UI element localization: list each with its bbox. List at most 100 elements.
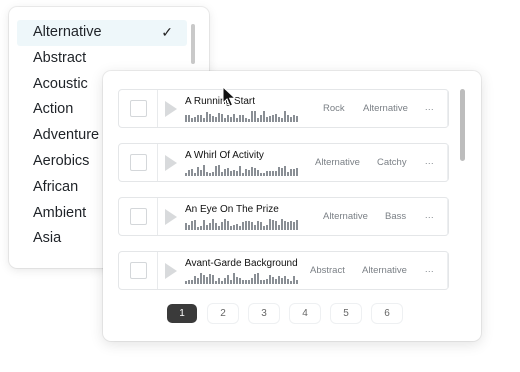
track-checkbox[interactable] <box>130 208 147 225</box>
waveform-bar <box>281 219 283 230</box>
track-tag[interactable]: Alternative <box>362 265 407 276</box>
track-tag[interactable]: Alternative <box>323 211 368 222</box>
waveform-bar <box>266 279 268 284</box>
dropdown-scrollbar-thumb[interactable] <box>191 24 195 64</box>
waveform-bar <box>203 275 205 284</box>
waveform[interactable] <box>185 273 299 284</box>
waveform-bar <box>191 221 193 230</box>
track-checkbox[interactable] <box>130 154 147 171</box>
genre-item-label: Action <box>33 101 74 118</box>
waveform-bar <box>275 114 277 122</box>
waveform-bar <box>185 281 187 284</box>
row-divider <box>447 252 448 289</box>
track-checkbox[interactable] <box>130 100 147 117</box>
track-tag[interactable]: Catchy <box>377 157 407 168</box>
waveform-bar <box>224 169 226 176</box>
genre-item-alternative[interactable]: Alternative ✓ <box>17 20 187 46</box>
play-icon[interactable] <box>165 155 177 171</box>
tracks-panel: A Running Start Rock Alternative ... A W… <box>103 71 481 341</box>
tracks-scrollbar-thumb[interactable] <box>460 89 465 161</box>
waveform-bar <box>296 280 298 284</box>
track-checkbox[interactable] <box>130 262 147 279</box>
page-button[interactable]: 1 <box>167 304 197 323</box>
waveform-bar <box>218 113 220 122</box>
waveform-bar <box>290 221 292 230</box>
waveform-bar <box>203 118 205 122</box>
waveform-bar <box>197 227 199 230</box>
more-options-button[interactable]: ... <box>425 264 434 274</box>
waveform-bar <box>206 277 208 284</box>
waveform-bar <box>284 166 286 176</box>
waveform-bar <box>245 280 247 284</box>
more-options-button[interactable]: ... <box>425 156 434 166</box>
waveform-bar <box>227 168 229 176</box>
waveform-bar <box>203 220 205 230</box>
waveform-bar <box>290 169 292 176</box>
waveform-bar <box>206 112 208 122</box>
waveform-bar <box>263 173 265 176</box>
waveform-bar <box>245 221 247 230</box>
waveform-bar <box>206 172 208 176</box>
waveform-bar <box>257 273 259 284</box>
waveform-bar <box>212 172 214 176</box>
waveform-bar <box>197 167 199 176</box>
page-button[interactable]: 2 <box>208 304 238 323</box>
track-tag[interactable]: Abstract <box>310 265 345 276</box>
waveform-bar <box>242 173 244 176</box>
waveform-bar <box>251 111 253 122</box>
waveform[interactable] <box>185 165 299 176</box>
waveform-bar <box>233 170 235 176</box>
waveform-bar <box>287 279 289 284</box>
waveform-bar <box>188 280 190 284</box>
waveform-bar <box>218 278 220 284</box>
page-button[interactable]: 5 <box>331 304 361 323</box>
waveform-bar <box>191 280 193 284</box>
track-tag[interactable]: Rock <box>323 103 345 114</box>
row-divider <box>447 144 448 181</box>
page-button[interactable]: 6 <box>372 304 402 323</box>
page-button[interactable]: 4 <box>290 304 320 323</box>
waveform-bar <box>233 273 235 284</box>
waveform-bar <box>185 173 187 176</box>
waveform-bar <box>221 114 223 122</box>
play-icon[interactable] <box>165 263 177 279</box>
play-icon[interactable] <box>165 209 177 225</box>
more-options-button[interactable]: ... <box>425 210 434 220</box>
waveform-bar <box>248 280 250 284</box>
track-tag[interactable]: Alternative <box>315 157 360 168</box>
waveform-bar <box>230 280 232 284</box>
waveform-bar <box>272 171 274 176</box>
track-row[interactable]: A Running Start Rock Alternative ... <box>118 89 449 128</box>
waveform-bar <box>284 111 286 122</box>
waveform[interactable] <box>185 111 299 122</box>
waveform-bar <box>269 219 271 230</box>
waveform-bar <box>218 226 220 230</box>
play-icon[interactable] <box>165 101 177 117</box>
waveform-bar <box>212 219 214 230</box>
track-title: A Whirl Of Activity <box>185 150 264 161</box>
waveform-bar <box>248 119 250 122</box>
row-divider <box>157 252 158 289</box>
page-button[interactable]: 3 <box>249 304 279 323</box>
waveform[interactable] <box>185 219 299 230</box>
genre-item-label: Alternative <box>33 24 102 40</box>
waveform-bar <box>194 117 196 122</box>
row-divider <box>447 198 448 235</box>
waveform-bar <box>257 170 259 176</box>
track-row[interactable]: A Whirl Of Activity Alternative Catchy .… <box>118 143 449 182</box>
track-tag[interactable]: Alternative <box>363 103 408 114</box>
track-title: An Eye On The Prize <box>185 204 279 215</box>
waveform-bar <box>263 226 265 230</box>
more-options-button[interactable]: ... <box>425 102 434 112</box>
waveform-bar <box>233 225 235 230</box>
waveform-bar <box>224 219 226 230</box>
genre-item-abstract[interactable]: Abstract <box>17 46 187 72</box>
track-row[interactable]: Avant-Garde Background Abstract Alternat… <box>118 251 449 290</box>
waveform-bar <box>251 167 253 176</box>
waveform-bar <box>269 275 271 284</box>
genre-item-label: African <box>33 178 79 195</box>
track-row[interactable]: An Eye On The Prize Alternative Bass ... <box>118 197 449 236</box>
waveform-bar <box>284 221 286 230</box>
waveform-bar <box>221 172 223 176</box>
track-tag[interactable]: Bass <box>385 211 406 222</box>
